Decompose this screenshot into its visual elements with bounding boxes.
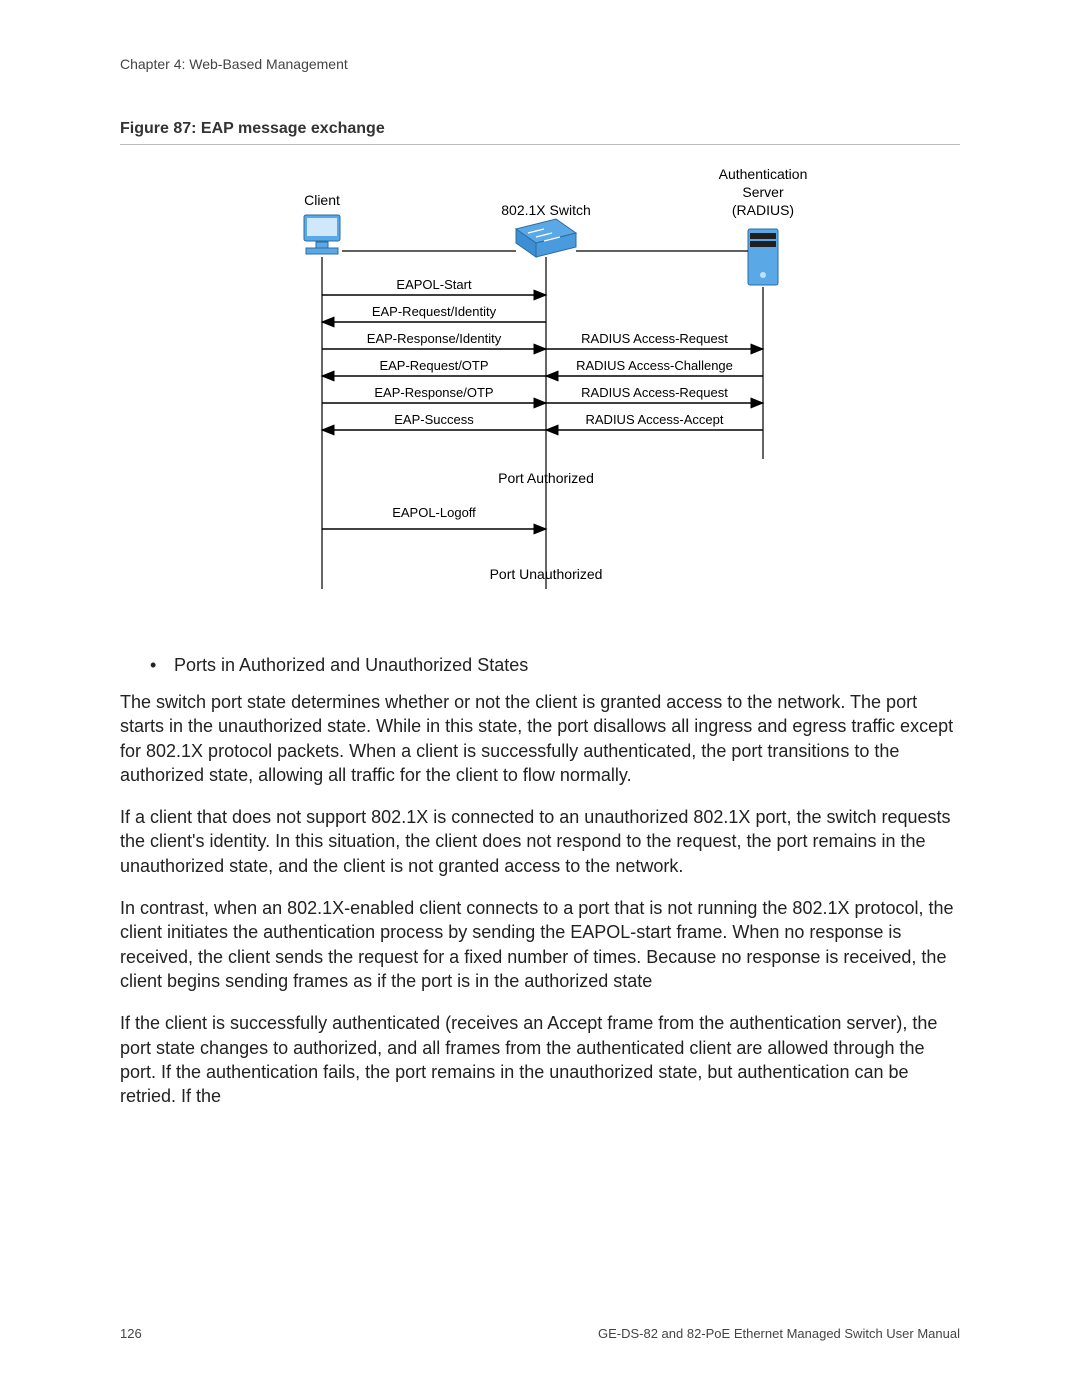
chapter-header: Chapter 4: Web-Based Management [120,56,960,72]
paragraph-2: If a client that does not support 802.1X… [120,805,960,878]
server-icon [748,229,778,285]
port-authorized-label: Port Authorized [498,470,594,486]
bullet-text: Ports in Authorized and Unauthorized Sta… [174,655,528,675]
left-message-label: EAP-Response/OTP [374,385,493,400]
bullet-item: •Ports in Authorized and Unauthorized St… [150,655,960,676]
left-message-label: EAP-Response/Identity [367,331,502,346]
switch-icon [516,219,576,257]
document-page: Chapter 4: Web-Based Management Figure 8… [0,0,1080,1397]
client-label: Client [304,192,340,208]
eap-sequence-diagram: Client 802.1X Switch Authentication Serv… [260,159,820,599]
left-message-label: EAP-Request/OTP [379,358,488,373]
figure-caption: Figure 87: EAP message exchange [120,120,960,138]
paragraph-4: If the client is successfully authentica… [120,1011,960,1108]
switch-label: 802.1X Switch [501,202,591,218]
right-message-label: RADIUS Access-Challenge [576,358,733,373]
figure-divider [120,144,960,145]
paragraph-3: In contrast, when an 802.1X-enabled clie… [120,896,960,993]
diagram-container: Client 802.1X Switch Authentication Serv… [120,159,960,599]
left-message-label: EAP-Success [394,412,474,427]
left-message-label: EAPOL-Start [396,277,472,292]
server-label-2: Server [742,184,784,200]
server-label-1: Authentication [719,166,808,182]
manual-title: GE-DS-82 and 82-PoE Ethernet Managed Swi… [598,1326,960,1341]
eapol-logoff-label: EAPOL-Logoff [392,505,476,520]
right-message-label: RADIUS Access-Request [581,385,728,400]
bullet-dot: • [150,655,174,676]
server-label-3: (RADIUS) [732,202,794,218]
right-message-label: RADIUS Access-Accept [586,412,724,427]
left-message-label: EAP-Request/Identity [372,304,497,319]
page-number: 126 [120,1326,142,1341]
port-unauthorized-label: Port Unauthorized [490,566,603,582]
right-message-label: RADIUS Access-Request [581,331,728,346]
paragraph-1: The switch port state determines whether… [120,690,960,787]
client-icon [304,215,340,254]
page-footer: 126 GE-DS-82 and 82-PoE Ethernet Managed… [120,1326,960,1341]
